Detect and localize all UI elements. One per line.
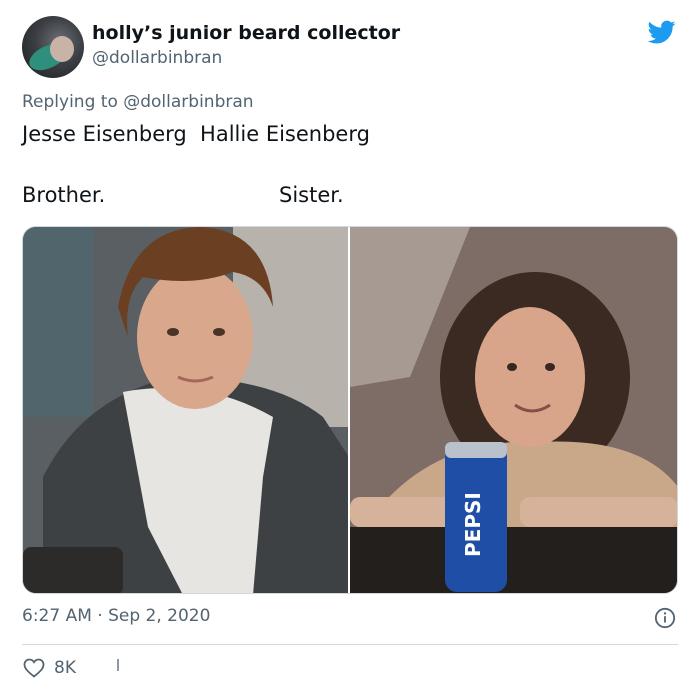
- photo-jesse[interactable]: [23, 227, 348, 593]
- like-count: 8K: [54, 658, 76, 678]
- tweet-text-brother: Brother.: [22, 183, 106, 207]
- tweet-media[interactable]: PEPSI: [22, 226, 678, 594]
- info-icon[interactable]: [654, 607, 676, 629]
- photo-young-man: [23, 227, 348, 593]
- handle[interactable]: @dollarbinbran: [92, 48, 222, 68]
- avatar-face: [50, 36, 74, 62]
- replying-to[interactable]: Replying to @dollarbinbran: [22, 92, 254, 112]
- tweet-timestamp[interactable]: 6:27 AM · Sep 2, 2020: [22, 606, 210, 626]
- photo-hallie[interactable]: PEPSI: [350, 227, 677, 593]
- twitter-bird-icon[interactable]: [646, 18, 678, 46]
- display-name[interactable]: holly’s junior beard collector: [92, 22, 400, 44]
- reply-icon[interactable]: [117, 659, 119, 671]
- pepsi-can-label: PEPSI: [461, 492, 485, 557]
- heart-icon: [23, 658, 45, 678]
- divider: [22, 644, 678, 645]
- tweet-text-sister: Sister.: [279, 183, 344, 207]
- like-button[interactable]: 8K: [22, 656, 76, 680]
- avatar[interactable]: [22, 16, 84, 78]
- photo-young-girl-pepsi: PEPSI: [350, 227, 677, 593]
- tweet-text-line1: Jesse Eisenberg Hallie Eisenberg: [22, 122, 370, 146]
